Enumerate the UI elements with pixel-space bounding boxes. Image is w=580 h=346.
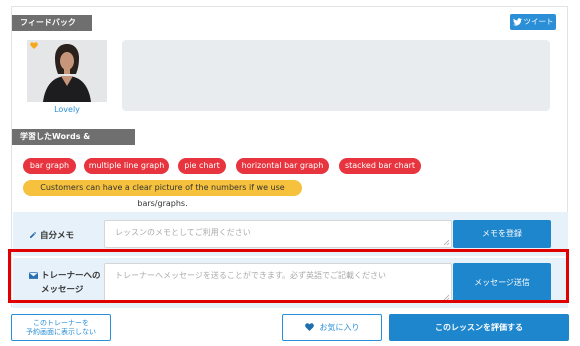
- phrase-tag: multiple line graph: [84, 158, 169, 174]
- tweet-button[interactable]: ツイート: [510, 14, 556, 30]
- tutor-name: Lovely: [54, 105, 80, 114]
- rate-lesson-button[interactable]: このレッスンを評価する: [389, 314, 569, 341]
- favorite-heart-icon: [30, 42, 38, 49]
- phrase-tag: pie chart: [178, 158, 226, 174]
- hide-trainer-button[interactable]: このトレーナーを 予約画面に表示しない: [11, 314, 111, 341]
- twitter-icon: [512, 18, 522, 26]
- highlight-box: [8, 249, 569, 303]
- favorite-label: お気に入り: [319, 323, 360, 332]
- pencil-icon: [30, 232, 36, 238]
- favorite-button[interactable]: お気に入り: [282, 314, 382, 341]
- save-memo-button[interactable]: メモを登録: [453, 220, 551, 248]
- memo-placeholder: レッスンのメモとしてご利用ください: [115, 228, 251, 237]
- feedback-section-label: フィードバック: [12, 15, 92, 31]
- resize-handle-icon[interactable]: [443, 239, 449, 245]
- phrase-sentence: Customers can have a clear picture of th…: [23, 180, 302, 208]
- phrase-tag: bar graph: [23, 158, 76, 174]
- tutor-avatar: [27, 40, 107, 102]
- tutor-photo: [27, 40, 107, 102]
- memo-input[interactable]: レッスンのメモとしてご利用ください: [104, 220, 452, 248]
- hide-trainer-line1: このトレーナーを: [33, 319, 89, 327]
- heart-icon: [304, 323, 314, 331]
- memo-label-group: 自分メモ: [29, 229, 74, 241]
- feedback-text-area: [122, 40, 550, 111]
- tweet-label: ツイート: [523, 17, 554, 26]
- memo-label: 自分メモ: [40, 231, 75, 241]
- phrase-tag: horizontal bar graph: [236, 158, 329, 174]
- phrase-tag: stacked bar chart: [339, 158, 421, 174]
- phrases-section-label: 学習したWords & Phrases: [12, 129, 135, 157]
- hide-trainer-line2: 予約画面に表示しない: [26, 328, 96, 336]
